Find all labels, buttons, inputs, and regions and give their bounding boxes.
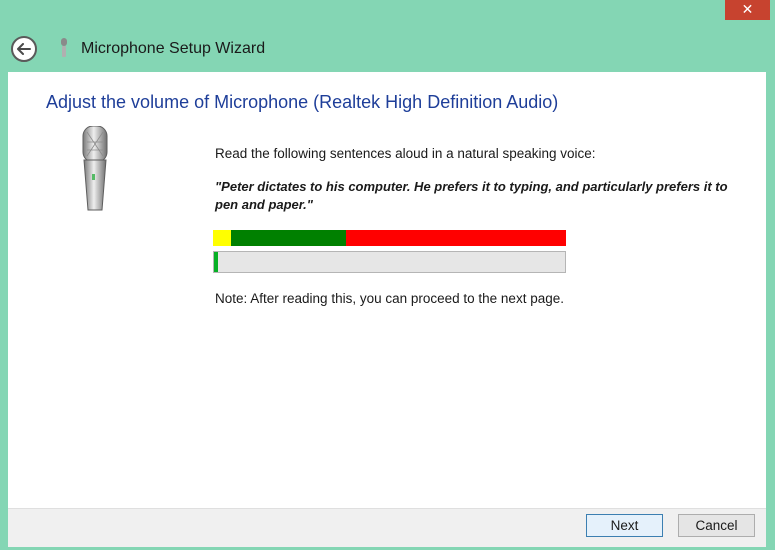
level-low-segment xyxy=(213,230,231,246)
close-icon: ✕ xyxy=(741,2,754,18)
level-high-segment xyxy=(346,230,566,246)
back-button[interactable] xyxy=(11,36,37,62)
button-bar: Next Cancel xyxy=(8,508,766,547)
level-ok-segment xyxy=(231,230,346,246)
title-bar: ✕ Microphone Setup Wizard xyxy=(0,0,775,72)
microphone-icon xyxy=(61,38,67,57)
close-button[interactable]: ✕ xyxy=(725,0,770,20)
next-button[interactable]: Next xyxy=(586,514,663,537)
page-heading: Adjust the volume of Microphone (Realtek… xyxy=(46,92,559,112)
volume-level-scale xyxy=(213,230,566,246)
sample-sentence: "Peter dictates to his computer. He pref… xyxy=(215,179,728,212)
volume-meter xyxy=(213,251,566,273)
cancel-button[interactable]: Cancel xyxy=(678,514,755,537)
wizard-content: Adjust the volume of Microphone (Realtek… xyxy=(8,72,766,508)
instructions-text: Read the following sentences aloud in a … xyxy=(215,146,596,161)
microphone-icon xyxy=(82,126,108,211)
back-arrow-icon xyxy=(17,43,31,55)
note-text: Note: After reading this, you can procee… xyxy=(215,291,564,306)
volume-meter-fill xyxy=(214,252,218,272)
window-title: Microphone Setup Wizard xyxy=(81,40,266,57)
